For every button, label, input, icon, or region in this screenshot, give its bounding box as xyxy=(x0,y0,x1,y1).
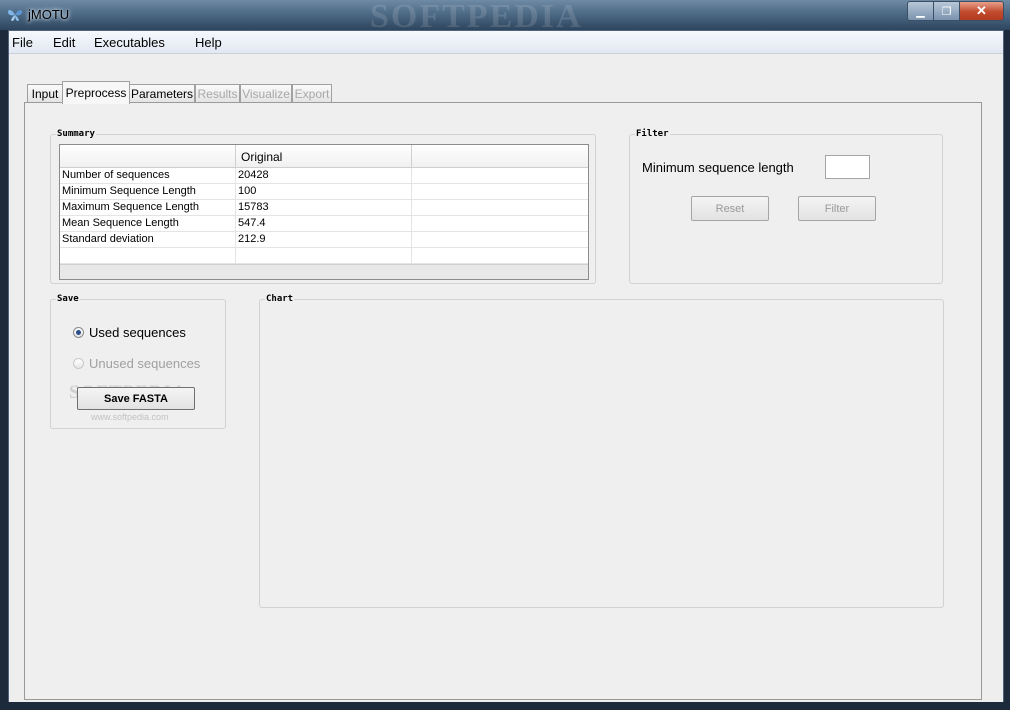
column-header-original[interactable]: Original xyxy=(236,145,412,167)
filter-group: Filter Minimum sequence length Reset Fil… xyxy=(629,129,943,284)
summary-group: Summary Original Number of sequences 204… xyxy=(50,129,596,284)
min-length-label: Minimum sequence length xyxy=(642,160,794,175)
save-fasta-button[interactable]: Save FASTA xyxy=(77,387,195,410)
tab-export: Export xyxy=(292,84,332,103)
filter-title: Filter xyxy=(635,129,670,140)
maximize-icon: ❐ xyxy=(941,5,952,18)
row-label: Maximum Sequence Length xyxy=(60,200,236,216)
menu-bar: File Edit Executables Help xyxy=(9,31,1003,54)
row-label: Standard deviation xyxy=(60,232,236,248)
row-value: 100 xyxy=(236,184,412,200)
softpedia-url-watermark: www.softpedia.com xyxy=(91,412,169,422)
row-value: 547.4 xyxy=(236,216,412,232)
minimize-button[interactable]: ▁ xyxy=(907,1,934,21)
menu-edit[interactable]: Edit xyxy=(53,35,75,50)
menu-help[interactable]: Help xyxy=(195,35,222,50)
window-client: File Edit Executables Help Input Preproc… xyxy=(8,30,1004,704)
window-title: jMOTU xyxy=(28,7,70,22)
row-value: 15783 xyxy=(236,200,412,216)
tab-preprocess[interactable]: Preprocess xyxy=(62,81,130,104)
row-label: Number of sequences xyxy=(60,168,236,184)
summary-table: Original Number of sequences 20428 Minim… xyxy=(59,144,589,280)
window-bottom-border xyxy=(0,702,1010,710)
unused-sequences-label: Unused sequences xyxy=(89,356,201,371)
row-label: Minimum Sequence Length xyxy=(60,184,236,200)
table-row[interactable]: Number of sequences 20428 xyxy=(60,168,588,184)
column-header-label[interactable] xyxy=(60,145,236,167)
tab-parameters[interactable]: Parameters xyxy=(129,84,195,103)
table-row[interactable]: Mean Sequence Length 547.4 xyxy=(60,216,588,232)
chart-title: Chart xyxy=(265,294,295,305)
maximize-button[interactable]: ❐ xyxy=(934,1,960,21)
tab-input[interactable]: Input xyxy=(27,84,63,103)
window-controls: ▁ ❐ ✕ xyxy=(907,1,1004,21)
column-header-extra[interactable] xyxy=(412,145,588,167)
title-bar[interactable]: jMOTU SOFTPEDIA ▁ ❐ ✕ xyxy=(0,0,1010,35)
row-label xyxy=(60,248,236,264)
table-header: Original xyxy=(60,145,588,168)
close-button[interactable]: ✕ xyxy=(960,1,1004,21)
save-group: Save Used sequences Unused sequences SOF… xyxy=(50,294,226,429)
table-row[interactable] xyxy=(60,248,588,264)
chart-group: Chart xyxy=(259,294,944,608)
used-sequences-radio[interactable] xyxy=(73,327,84,338)
menu-file[interactable]: File xyxy=(12,35,33,50)
min-length-input[interactable] xyxy=(825,155,870,179)
preprocess-panel: Summary Original Number of sequences 204… xyxy=(24,102,982,700)
butterfly-app-icon xyxy=(8,10,22,21)
table-row[interactable]: Standard deviation 212.9 xyxy=(60,232,588,248)
minimize-icon: ▁ xyxy=(916,5,925,18)
used-sequences-label[interactable]: Used sequences xyxy=(89,325,186,340)
reset-button[interactable]: Reset xyxy=(691,196,769,221)
table-row[interactable]: Maximum Sequence Length 15783 xyxy=(60,200,588,216)
tab-visualize: Visualize xyxy=(240,84,292,103)
row-label: Mean Sequence Length xyxy=(60,216,236,232)
table-horizontal-scrollbar[interactable] xyxy=(60,264,588,279)
unused-sequences-radio xyxy=(73,358,84,369)
tab-results: Results xyxy=(195,84,240,103)
table-row[interactable]: Minimum Sequence Length 100 xyxy=(60,184,588,200)
row-value xyxy=(236,248,412,264)
row-value: 212.9 xyxy=(236,232,412,248)
menu-executables[interactable]: Executables xyxy=(94,35,165,50)
save-title: Save xyxy=(56,294,80,305)
summary-title: Summary xyxy=(56,129,96,140)
filter-button[interactable]: Filter xyxy=(798,196,876,221)
row-value: 20428 xyxy=(236,168,412,184)
close-icon: ✕ xyxy=(976,3,987,18)
